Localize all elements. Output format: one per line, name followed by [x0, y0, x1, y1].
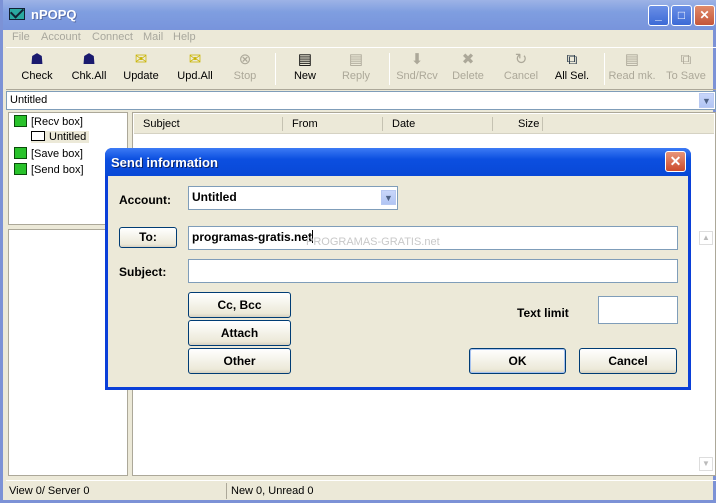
mailbox-icon: [14, 147, 27, 159]
status-bar: View 0/ Server 0 New 0, Unread 0: [6, 480, 716, 500]
envelope-icon: [31, 131, 45, 141]
to-save-icon: ⧉: [680, 51, 692, 68]
update-all-icon: ✉: [188, 51, 202, 68]
send-receive-icon: ⬇: [410, 51, 424, 68]
text-limit-field[interactable]: [598, 296, 678, 324]
scroll-down-button[interactable]: ▼: [699, 457, 713, 471]
column-subject[interactable]: Subject: [143, 118, 180, 130]
column-size[interactable]: Size: [518, 118, 539, 130]
tree-item-send-box[interactable]: [Send box]: [14, 163, 84, 176]
status-view-count: View 0/ Server 0: [9, 485, 90, 497]
cancel-button[interactable]: Cancel: [579, 348, 677, 374]
subject-field[interactable]: [188, 259, 678, 283]
column-date[interactable]: Date: [392, 118, 415, 130]
toolbar-separator: [275, 53, 276, 85]
list-header: Subject From Date Size: [134, 114, 714, 134]
tree-item-account[interactable]: Untitled: [31, 131, 90, 143]
scroll-up-button[interactable]: ▲: [699, 231, 713, 245]
send-information-dialog: Send information ✕ Account: Untitled ▼ T…: [105, 148, 691, 390]
read-mark-icon: ▤: [624, 51, 640, 68]
dialog-close-button[interactable]: ✕: [665, 151, 686, 172]
tree-item-save-box[interactable]: [Save box]: [14, 147, 83, 160]
menu-bar: File Account Connect Mail Help: [6, 30, 716, 46]
tree-item-recv-box[interactable]: [Recv box]: [14, 115, 83, 128]
stop-button[interactable]: ⊗ Stop: [220, 50, 270, 88]
account-dropdown[interactable]: Untitled ▼: [188, 186, 398, 210]
account-label: Account:: [119, 193, 171, 207]
watermark: PROGRAMAS-GRATIS.net: [306, 236, 440, 248]
account-selector-value: Untitled: [10, 94, 48, 106]
update-icon: ✉: [134, 51, 148, 68]
new-mail-icon: ▤: [297, 51, 313, 68]
account-dropdown-value: Untitled: [192, 190, 237, 204]
chevron-down-icon[interactable]: ▼: [381, 190, 396, 205]
mailbox-icon: [14, 163, 27, 175]
toolbar-separator: [604, 53, 605, 85]
toolbar: ☗ Check ☗ Chk.All ✉ Update ✉ Upd.All ⊗ Stop ▤…: [6, 47, 716, 90]
other-button[interactable]: Other: [188, 348, 291, 374]
mailbox-icon: [14, 115, 27, 127]
delete-icon: ✖: [461, 51, 475, 68]
select-all-button[interactable]: ⧉ All Sel.: [547, 50, 597, 88]
menu-account[interactable]: Account: [41, 31, 81, 43]
account-selector[interactable]: Untitled ▼: [6, 91, 716, 110]
reply-icon: ▤: [348, 51, 364, 68]
maximize-button[interactable]: □: [671, 5, 692, 26]
title-bar[interactable]: nPOPQ _ □ ✕: [3, 0, 716, 30]
stop-icon: ⊗: [238, 51, 252, 68]
check-mail-icon: ☗: [30, 51, 44, 68]
close-button[interactable]: ✕: [694, 5, 715, 26]
update-button[interactable]: ✉ Update: [116, 50, 166, 88]
subject-label: Subject:: [119, 265, 167, 279]
column-from[interactable]: From: [292, 118, 318, 130]
delete-button[interactable]: ✖ Delete: [443, 50, 493, 88]
check-all-button[interactable]: ☗ Chk.All: [64, 50, 114, 88]
dialog-title: Send information: [111, 155, 218, 170]
toolbar-separator: [389, 53, 390, 85]
check-all-icon: ☗: [82, 51, 96, 68]
menu-help[interactable]: Help: [173, 31, 196, 43]
to-save-button[interactable]: ⧉ To Save: [661, 50, 711, 88]
cancel-toolbar-button[interactable]: ↻ Cancel: [496, 50, 546, 88]
send-receive-button[interactable]: ⬇ Snd/Rcv: [392, 50, 442, 88]
select-all-icon: ⧉: [566, 51, 578, 68]
minimize-button[interactable]: _: [648, 5, 669, 26]
window-title: nPOPQ: [31, 7, 77, 22]
ok-button[interactable]: OK: [469, 348, 566, 374]
menu-connect[interactable]: Connect: [92, 31, 133, 43]
dialog-body: Account: Untitled ▼ To: programas-gratis…: [108, 176, 688, 387]
menu-mail[interactable]: Mail: [143, 31, 163, 43]
check-button[interactable]: ☗ Check: [12, 50, 62, 88]
update-all-button[interactable]: ✉ Upd.All: [170, 50, 220, 88]
text-limit-label: Text limit: [517, 306, 569, 320]
dialog-title-bar[interactable]: Send information ✕: [105, 148, 691, 176]
new-button[interactable]: ▤ New: [280, 50, 330, 88]
status-new-unread: New 0, Unread 0: [231, 485, 314, 497]
to-button[interactable]: To:: [119, 227, 177, 248]
app-mail-icon: [9, 8, 25, 20]
cancel-icon: ↻: [514, 51, 528, 68]
read-mark-button[interactable]: ▤ Read mk.: [607, 50, 657, 88]
attach-button[interactable]: Attach: [188, 320, 291, 346]
reply-button[interactable]: ▤ Reply: [331, 50, 381, 88]
cc-bcc-button[interactable]: Cc, Bcc: [188, 292, 291, 318]
chevron-down-icon[interactable]: ▼: [699, 93, 714, 108]
menu-file[interactable]: File: [12, 31, 30, 43]
